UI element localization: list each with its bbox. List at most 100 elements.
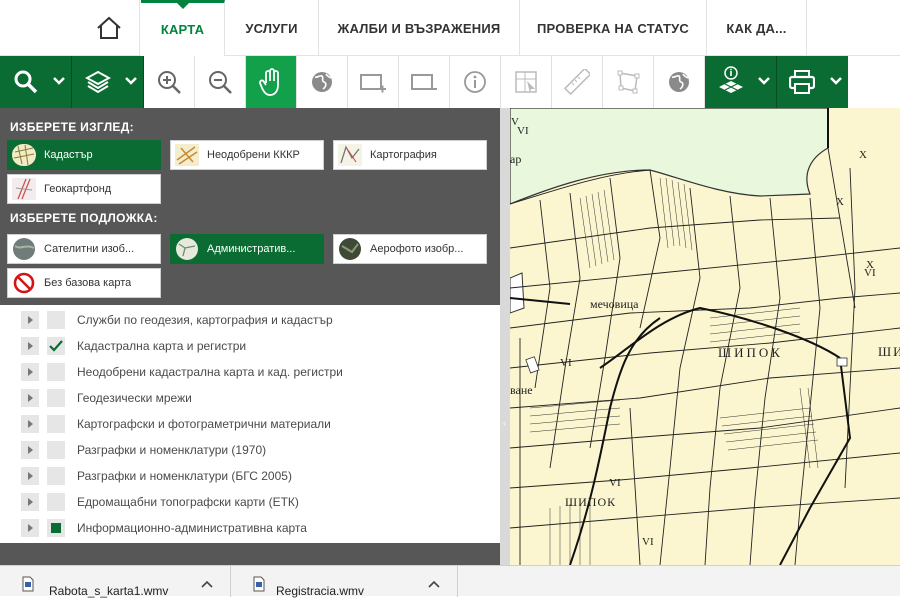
triangle-right-icon [28,368,33,376]
expand-button[interactable] [21,519,39,537]
layer-checkbox[interactable] [47,519,65,537]
layer-checkbox[interactable] [47,415,65,433]
map-label: ар [510,152,522,166]
expand-button[interactable] [21,493,39,511]
view-option-geocartfond[interactable]: Геокартфонд [7,174,161,204]
base-option-none[interactable]: Без базова карта [7,268,161,298]
layer-label: Кадастрална карта и регистри [77,339,247,353]
globe-button-2[interactable] [654,56,705,108]
zoom-in-button[interactable] [144,56,195,108]
home-button[interactable] [78,0,140,56]
layer-checkbox[interactable] [47,441,65,459]
base-option-aerophoto[interactable]: Аерофото изобр... [333,234,487,264]
base-option-label: Без базова карта [44,277,132,289]
expand-button[interactable] [21,441,39,459]
view-option-cartography[interactable]: Картография [333,140,487,170]
base-option-label: Сателитни изоб... [44,243,135,255]
chevron-down-icon [830,77,842,85]
remove-rectangle-button[interactable] [399,56,450,108]
base-option-administrative[interactable]: Административ... [170,234,324,264]
globe-button[interactable] [297,56,348,108]
layer-row: Неодобрени кадастрална карта и кад. реги… [0,359,500,385]
zoom-in-icon [158,71,181,94]
view-section-title: ИЗБЕРЕТЕ ИЗГЛЕД: [10,120,134,134]
cadastre-thumbnail-icon [12,144,36,166]
layer-row: Разграфки и номенклатури (БГС 2005) [0,463,500,489]
chevron-up-icon[interactable] [428,580,440,588]
aerophoto-thumbnail-icon [339,238,361,260]
download-item[interactable]: Rabota_s_karta1.wmv [0,566,231,598]
add-rectangle-button[interactable] [348,56,399,108]
globe-icon [312,72,332,92]
layer-row: Разграфки и номенклатури (1970) [0,437,500,463]
print-button[interactable] [777,56,848,108]
layer-checkbox[interactable] [47,337,65,355]
tab-complaints[interactable]: ЖАЛБИ И ВЪЗРАЖЕНИЯ [319,0,520,56]
view-selection-panel: ИЗБЕРЕТЕ ИЗГЛЕД: Кадастър Неодобрени ККК… [0,108,500,305]
layer-row: Геодезически мрежи [0,385,500,411]
tab-map-label: КАРТА [160,22,205,37]
info-button[interactable] [450,56,501,108]
tab-complaints-label: ЖАЛБИ И ВЪЗРАЖЕНИЯ [337,20,501,36]
chevron-up-icon[interactable] [201,580,213,588]
no-entry-icon [13,272,35,294]
ruler-button[interactable] [552,56,603,108]
expand-button[interactable] [21,363,39,381]
base-option-satellite[interactable]: Сателитни изоб... [7,234,161,264]
layers-tool-button[interactable] [72,56,144,108]
triangle-right-icon [28,446,33,454]
video-file-icon [22,576,34,592]
map-label: ШИПОК [718,345,783,360]
map-roman-label: VI [609,477,621,489]
panel-footer [0,543,500,565]
tab-services-label: УСЛУГИ [245,20,298,36]
layer-checkbox[interactable] [47,493,65,511]
partial-check-indicator [51,523,61,533]
map-roman-label: VI [560,357,572,369]
map-label: ване [510,383,533,397]
layer-checkbox[interactable] [47,389,65,407]
tab-services[interactable]: УСЛУГИ [225,0,319,56]
layer-row: Служби по геодезия, картография и кадаст… [0,307,500,333]
layer-checkbox[interactable] [47,363,65,381]
expand-button[interactable] [21,467,39,485]
expand-button[interactable] [21,337,39,355]
layer-label: Информационно-административна карта [77,521,307,535]
tab-how-to[interactable]: КАК ДА... [707,0,807,56]
triangle-right-icon [28,316,33,324]
panel-splitter[interactable]: ‹ [500,108,510,565]
triangle-right-icon [28,342,33,350]
cartography-thumbnail-icon [338,144,362,166]
select-parcel-button[interactable] [501,56,552,108]
zoom-out-button[interactable] [195,56,246,108]
layer-row: Картографски и фотограметрични материали [0,411,500,437]
search-tool-button[interactable] [0,56,72,108]
downloads-bar: Rabota_s_karta1.wmv Registracia.wmv [0,565,900,598]
map-toolbar [0,56,900,108]
geocartfond-thumbnail-icon [12,178,36,200]
layer-checkbox[interactable] [47,311,65,329]
layer-label: Картографски и фотограметрични материали [77,417,331,431]
map-label: ШИПОК [565,495,617,509]
map-canvas[interactable]: мечовица ШИПОК ШИПОК ШИ ване ар V VI X X… [510,108,900,565]
area-measure-button[interactable] [603,56,654,108]
tab-map[interactable]: КАРТА [141,0,225,56]
video-file-icon [253,576,265,592]
ruler-icon [564,69,590,95]
tab-status-check[interactable]: ПРОВЕРКА НА СТАТУС [520,0,707,56]
map-roman-label: VI [864,267,876,279]
expand-button[interactable] [21,415,39,433]
download-item[interactable]: Registracia.wmv [231,566,458,598]
chevron-down-icon [53,77,65,85]
view-option-unapproved[interactable]: Неодобрени КККР [170,140,324,170]
pan-tool-button[interactable] [246,56,297,108]
tab-how-to-label: КАК ДА... [726,20,787,36]
expand-button[interactable] [21,389,39,407]
expand-button[interactable] [21,311,39,329]
layer-label: Едромащабни топографски карти (ЕТК) [77,495,299,509]
view-option-cadastre[interactable]: Кадастър [7,140,161,170]
layer-checkbox[interactable] [47,467,65,485]
remove-rectangle-icon [411,74,437,90]
base-option-label: Административ... [207,243,296,255]
layer-info-button[interactable] [705,56,777,108]
